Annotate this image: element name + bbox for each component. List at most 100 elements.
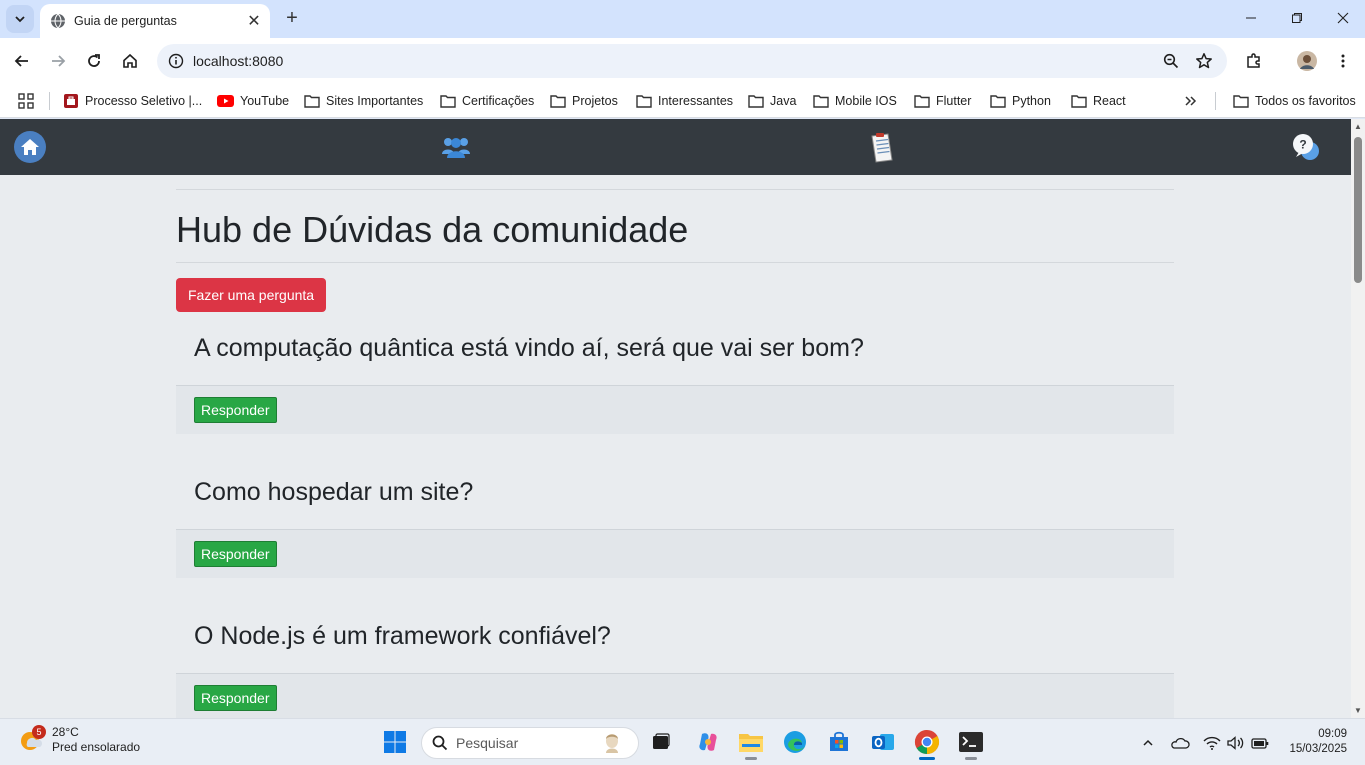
question-footer: Responder	[176, 530, 1174, 578]
question-footer: Responder	[176, 674, 1174, 718]
bookmark-folder-projetos[interactable]: Projetos	[550, 90, 618, 112]
folder-icon	[550, 95, 566, 108]
forward-button[interactable]	[43, 46, 73, 76]
more-bookmarks-icon[interactable]	[1184, 90, 1204, 112]
document-nav-icon[interactable]	[863, 129, 899, 165]
system-clock[interactable]: 09:09 15/03/2025	[1289, 727, 1347, 757]
home-nav-icon[interactable]	[12, 129, 48, 165]
home-icon	[123, 53, 137, 68]
chrome-icon[interactable]	[911, 726, 943, 760]
scroll-thumb[interactable]	[1354, 137, 1362, 283]
ask-question-button[interactable]: Fazer uma pergunta	[176, 278, 327, 312]
folder-icon	[304, 95, 320, 108]
battery-icon[interactable]	[1249, 733, 1271, 753]
bookmarks-divider	[1215, 92, 1216, 110]
folder-icon	[636, 95, 652, 108]
bookmark-folder-flutter[interactable]: Flutter	[914, 90, 971, 112]
bookmark-folder-react[interactable]: React	[1071, 90, 1126, 112]
star-bookmark-icon[interactable]	[1188, 44, 1220, 78]
question-title: Como hospedar um site?	[176, 456, 1174, 530]
browser-toolbar: localhost:8080	[0, 38, 1365, 84]
clock-date: 15/03/2025	[1289, 743, 1347, 755]
bookmarks-divider	[49, 92, 50, 110]
reply-button[interactable]: Responder	[194, 397, 277, 423]
question-card: A computação quântica está vindo aí, ser…	[176, 312, 1174, 434]
home-button[interactable]	[115, 46, 145, 76]
reply-button[interactable]: Responder	[194, 541, 277, 567]
reply-button[interactable]: Responder	[194, 685, 277, 711]
reload-button[interactable]	[79, 46, 109, 76]
site-navbar: ?	[0, 119, 1351, 175]
taskbar-search[interactable]: Pesquisar	[421, 727, 639, 759]
svg-text:?: ?	[1299, 138, 1306, 152]
menu-button[interactable]	[1328, 46, 1358, 76]
active-tab[interactable]: Guia de perguntas ✕	[40, 4, 270, 38]
start-button[interactable]	[379, 726, 411, 758]
users-nav-icon[interactable]	[438, 129, 474, 165]
volume-icon[interactable]	[1225, 733, 1247, 753]
tab-strip: Guia de perguntas ✕ +	[0, 0, 1365, 38]
address-bar[interactable]: localhost:8080	[157, 44, 1227, 78]
minimize-icon	[1246, 17, 1256, 19]
url-text[interactable]: localhost:8080	[193, 53, 283, 69]
edge-icon[interactable]	[779, 726, 811, 758]
new-tab-button[interactable]: +	[281, 7, 303, 29]
search-icon	[432, 735, 448, 751]
scroll-down-icon[interactable]: ▼	[1354, 706, 1362, 715]
tab-title: Guia de perguntas	[74, 14, 177, 28]
weather-widget[interactable]: 5 28°C Pred ensolarado	[18, 725, 140, 755]
bookmark-folder-sites-importantes[interactable]: Sites Importantes	[304, 90, 423, 112]
folder-icon	[914, 95, 930, 108]
top-divider	[176, 189, 1174, 190]
onedrive-icon[interactable]	[1169, 733, 1191, 753]
chevron-down-icon	[15, 16, 25, 23]
tray-chevron-up-icon[interactable]	[1139, 733, 1157, 753]
extensions-button[interactable]	[1239, 46, 1269, 76]
store-icon[interactable]	[823, 726, 855, 758]
puzzle-icon	[1247, 53, 1260, 68]
windows-taskbar: 5 28°C Pred ensolarado Pesquisar 09:09 1…	[0, 718, 1365, 765]
help-chat-icon[interactable]: ?	[1288, 129, 1324, 165]
bookmark-folder-python[interactable]: Python	[990, 90, 1051, 112]
outlook-icon[interactable]	[867, 726, 899, 758]
search-highlight-icon	[606, 734, 618, 753]
search-placeholder: Pesquisar	[456, 735, 519, 751]
main-container: Hub de Dúvidas da comunidade Fazer uma p…	[176, 189, 1174, 718]
more-vert-icon	[1341, 54, 1345, 68]
minimize-button[interactable]	[1228, 0, 1274, 36]
apps-icon[interactable]	[18, 90, 40, 112]
close-window-button[interactable]	[1320, 0, 1365, 36]
site-info-icon[interactable]	[159, 44, 193, 78]
bookmark-folder-java[interactable]: Java	[748, 90, 796, 112]
bookmark-youtube[interactable]: YouTube	[217, 90, 289, 112]
all-bookmarks-folder[interactable]: Todos os favoritos	[1233, 90, 1356, 112]
page-scrollbar[interactable]: ▲ ▼	[1351, 119, 1365, 718]
folder-icon	[748, 95, 764, 108]
copilot-icon[interactable]	[692, 726, 724, 758]
restore-button[interactable]	[1274, 0, 1320, 36]
clock-time: 09:09	[1318, 728, 1347, 740]
profile-avatar[interactable]	[1292, 46, 1322, 76]
folder-icon	[990, 95, 1006, 108]
wifi-icon[interactable]	[1201, 733, 1223, 753]
windows-icon	[384, 731, 406, 753]
task-view-icon[interactable]	[645, 726, 677, 758]
bookmark-folder-interessantes[interactable]: Interessantes	[636, 90, 733, 112]
back-button[interactable]	[7, 46, 37, 76]
scroll-up-icon[interactable]: ▲	[1354, 122, 1362, 131]
question-footer: Responder	[176, 386, 1174, 434]
question-title: O Node.js é um framework confiável?	[176, 600, 1174, 674]
weather-desc: Pred ensolarado	[52, 740, 141, 754]
weather-badge: 5	[32, 725, 46, 739]
arrow-right-icon	[52, 55, 66, 67]
close-tab-icon[interactable]: ✕	[244, 11, 264, 31]
bookmark-processo-seletivo[interactable]: Processo Seletivo |...	[63, 90, 202, 112]
folder-icon	[440, 95, 456, 108]
file-explorer-icon[interactable]	[735, 726, 767, 760]
zoom-icon[interactable]	[1155, 44, 1187, 78]
briefcase-icon	[64, 94, 78, 108]
bookmark-folder-mobile-ios[interactable]: Mobile IOS	[813, 90, 897, 112]
terminal-icon[interactable]	[955, 726, 987, 760]
bookmark-folder-certificacoes[interactable]: Certificações	[440, 90, 534, 112]
tab-search-button[interactable]	[6, 5, 34, 33]
